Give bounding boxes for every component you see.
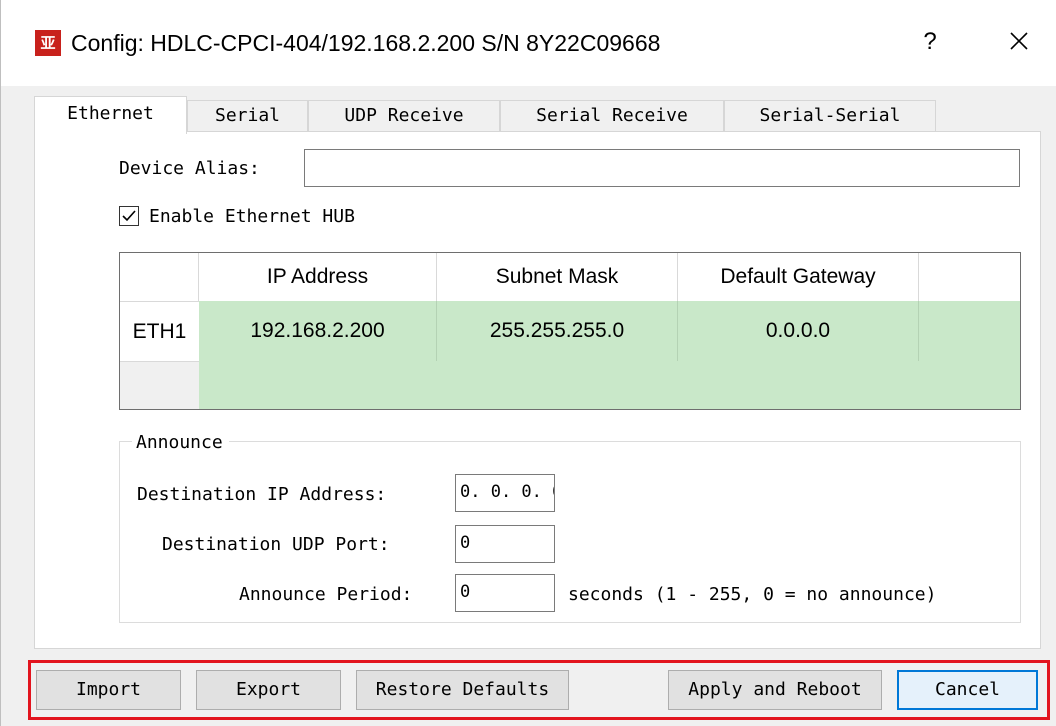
config-dialog: 亚 Config: HDLC-CPCI-404/192.168.2.200 S/… (0, 0, 1056, 726)
tab-udp-receive[interactable]: UDP Receive (308, 100, 500, 132)
announce-period-input[interactable]: 0 (455, 574, 555, 612)
announce-period-label: Announce Period: (239, 584, 413, 605)
window-title: Config: HDLC-CPCI-404/192.168.2.200 S/N … (71, 30, 661, 56)
grid-cell-ip-address[interactable]: 192.168.2.200 (199, 301, 437, 361)
tab-serial-serial[interactable]: Serial-Serial (724, 100, 936, 132)
destination-ip-input[interactable]: 0. 0. 0. 0 (455, 474, 555, 512)
ethernet-address-grid: IP Address Subnet Mask Default Gateway E… (119, 252, 1021, 410)
grid-cell-default-gateway[interactable]: 0.0.0.0 (678, 301, 919, 361)
import-button[interactable]: Import (36, 670, 181, 710)
device-alias-input[interactable] (304, 149, 1020, 187)
restore-defaults-button[interactable]: Restore Defaults (356, 670, 569, 710)
grid-empty-area (199, 361, 1020, 409)
announce-group-title: Announce (132, 432, 229, 454)
enable-hub-checkbox[interactable] (119, 206, 139, 226)
close-icon (1010, 32, 1028, 50)
grid-header-ip-address: IP Address (199, 253, 437, 301)
grid-cell-blank (919, 301, 1020, 361)
destination-udp-port-input[interactable]: 0 (455, 525, 555, 563)
grid-header-default-gateway: Default Gateway (678, 253, 919, 301)
grid-row-header-eth1: ETH1 (120, 301, 199, 361)
help-button[interactable]: ? (915, 22, 945, 62)
destination-udp-port-label: Destination UDP Port: (162, 534, 390, 555)
export-button[interactable]: Export (196, 670, 341, 710)
title-bar: 亚 Config: HDLC-CPCI-404/192.168.2.200 S/… (1, 0, 1056, 86)
announce-period-hint: seconds (1 - 255, 0 = no announce) (568, 584, 937, 605)
apply-and-reboot-button[interactable]: Apply and Reboot (668, 670, 882, 710)
cancel-button[interactable]: Cancel (897, 670, 1038, 710)
device-alias-label: Device Alias: (119, 158, 260, 179)
tab-serial[interactable]: Serial (187, 100, 308, 132)
destination-ip-label: Destination IP Address: (137, 484, 387, 505)
grid-cell-subnet-mask[interactable]: 255.255.255.0 (437, 301, 678, 361)
grid-header-blank (919, 253, 1020, 301)
grid-header-subnet-mask: Subnet Mask (437, 253, 678, 301)
grid-corner-header (120, 253, 199, 301)
grid-row-header-blank (120, 361, 199, 409)
enable-hub-label[interactable]: Enable Ethernet HUB (149, 205, 355, 229)
tab-ethernet[interactable]: Ethernet (34, 96, 187, 134)
close-button[interactable] (1001, 22, 1037, 62)
tab-serial-receive[interactable]: Serial Receive (500, 100, 724, 132)
checkmark-icon (122, 210, 136, 222)
app-logo-icon: 亚 (35, 30, 61, 56)
